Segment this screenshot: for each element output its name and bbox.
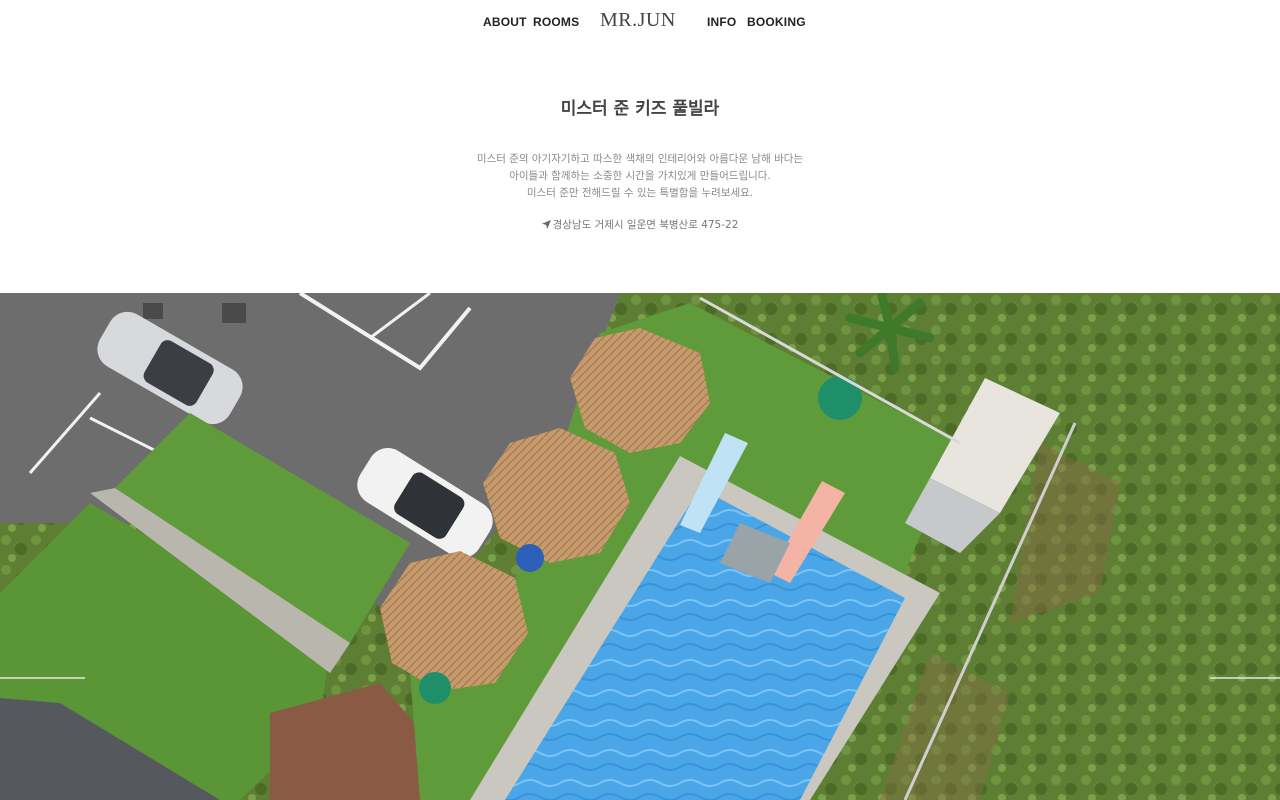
bean-bag [516, 544, 544, 572]
nav-info-link[interactable]: INFO [707, 15, 736, 29]
page-title: 미스터 준 키즈 풀빌라 [560, 99, 720, 119]
nav-about-link[interactable]: ABOUT [483, 15, 527, 29]
address: 경상남도 거제시 일운면 북병산로 475-22 [0, 217, 1280, 232]
site-logo[interactable]: MR.JUN [600, 9, 676, 32]
top-navigation: ABOUT ROOMS MR.JUN INFO BOOKING [0, 0, 1280, 44]
address-text: 경상남도 거제시 일운면 북병산로 475-22 [552, 219, 739, 231]
drain-grate [143, 303, 163, 319]
description-line: 아이들과 함께하는 소중한 시간을 가치있게 만들어드립니다. [509, 170, 771, 182]
aerial-villa-illustration [0, 293, 1280, 800]
nav-booking-link[interactable]: BOOKING [747, 15, 806, 29]
aerial-villa-photo [0, 293, 1280, 800]
description-line: 미스터 준만 전해드릴 수 있는 특별함을 누려보세요. [526, 187, 754, 199]
drain-grate [222, 303, 246, 323]
intro-description: 미스터 준의 아기자기하고 따스한 색채의 인테리어와 아름다운 남해 바다는 … [0, 151, 1280, 202]
description-line: 미스터 준의 아기자기하고 따스한 색채의 인테리어와 아름다운 남해 바다는 [476, 153, 804, 165]
bean-bag [818, 376, 862, 420]
intro-section: 미스터 준 키즈 풀빌라 미스터 준의 아기자기하고 따스한 색채의 인테리어와… [0, 44, 1280, 293]
bean-bag [419, 672, 451, 704]
location-arrow-icon [541, 220, 551, 229]
nav-rooms-link[interactable]: ROOMS [533, 15, 579, 29]
